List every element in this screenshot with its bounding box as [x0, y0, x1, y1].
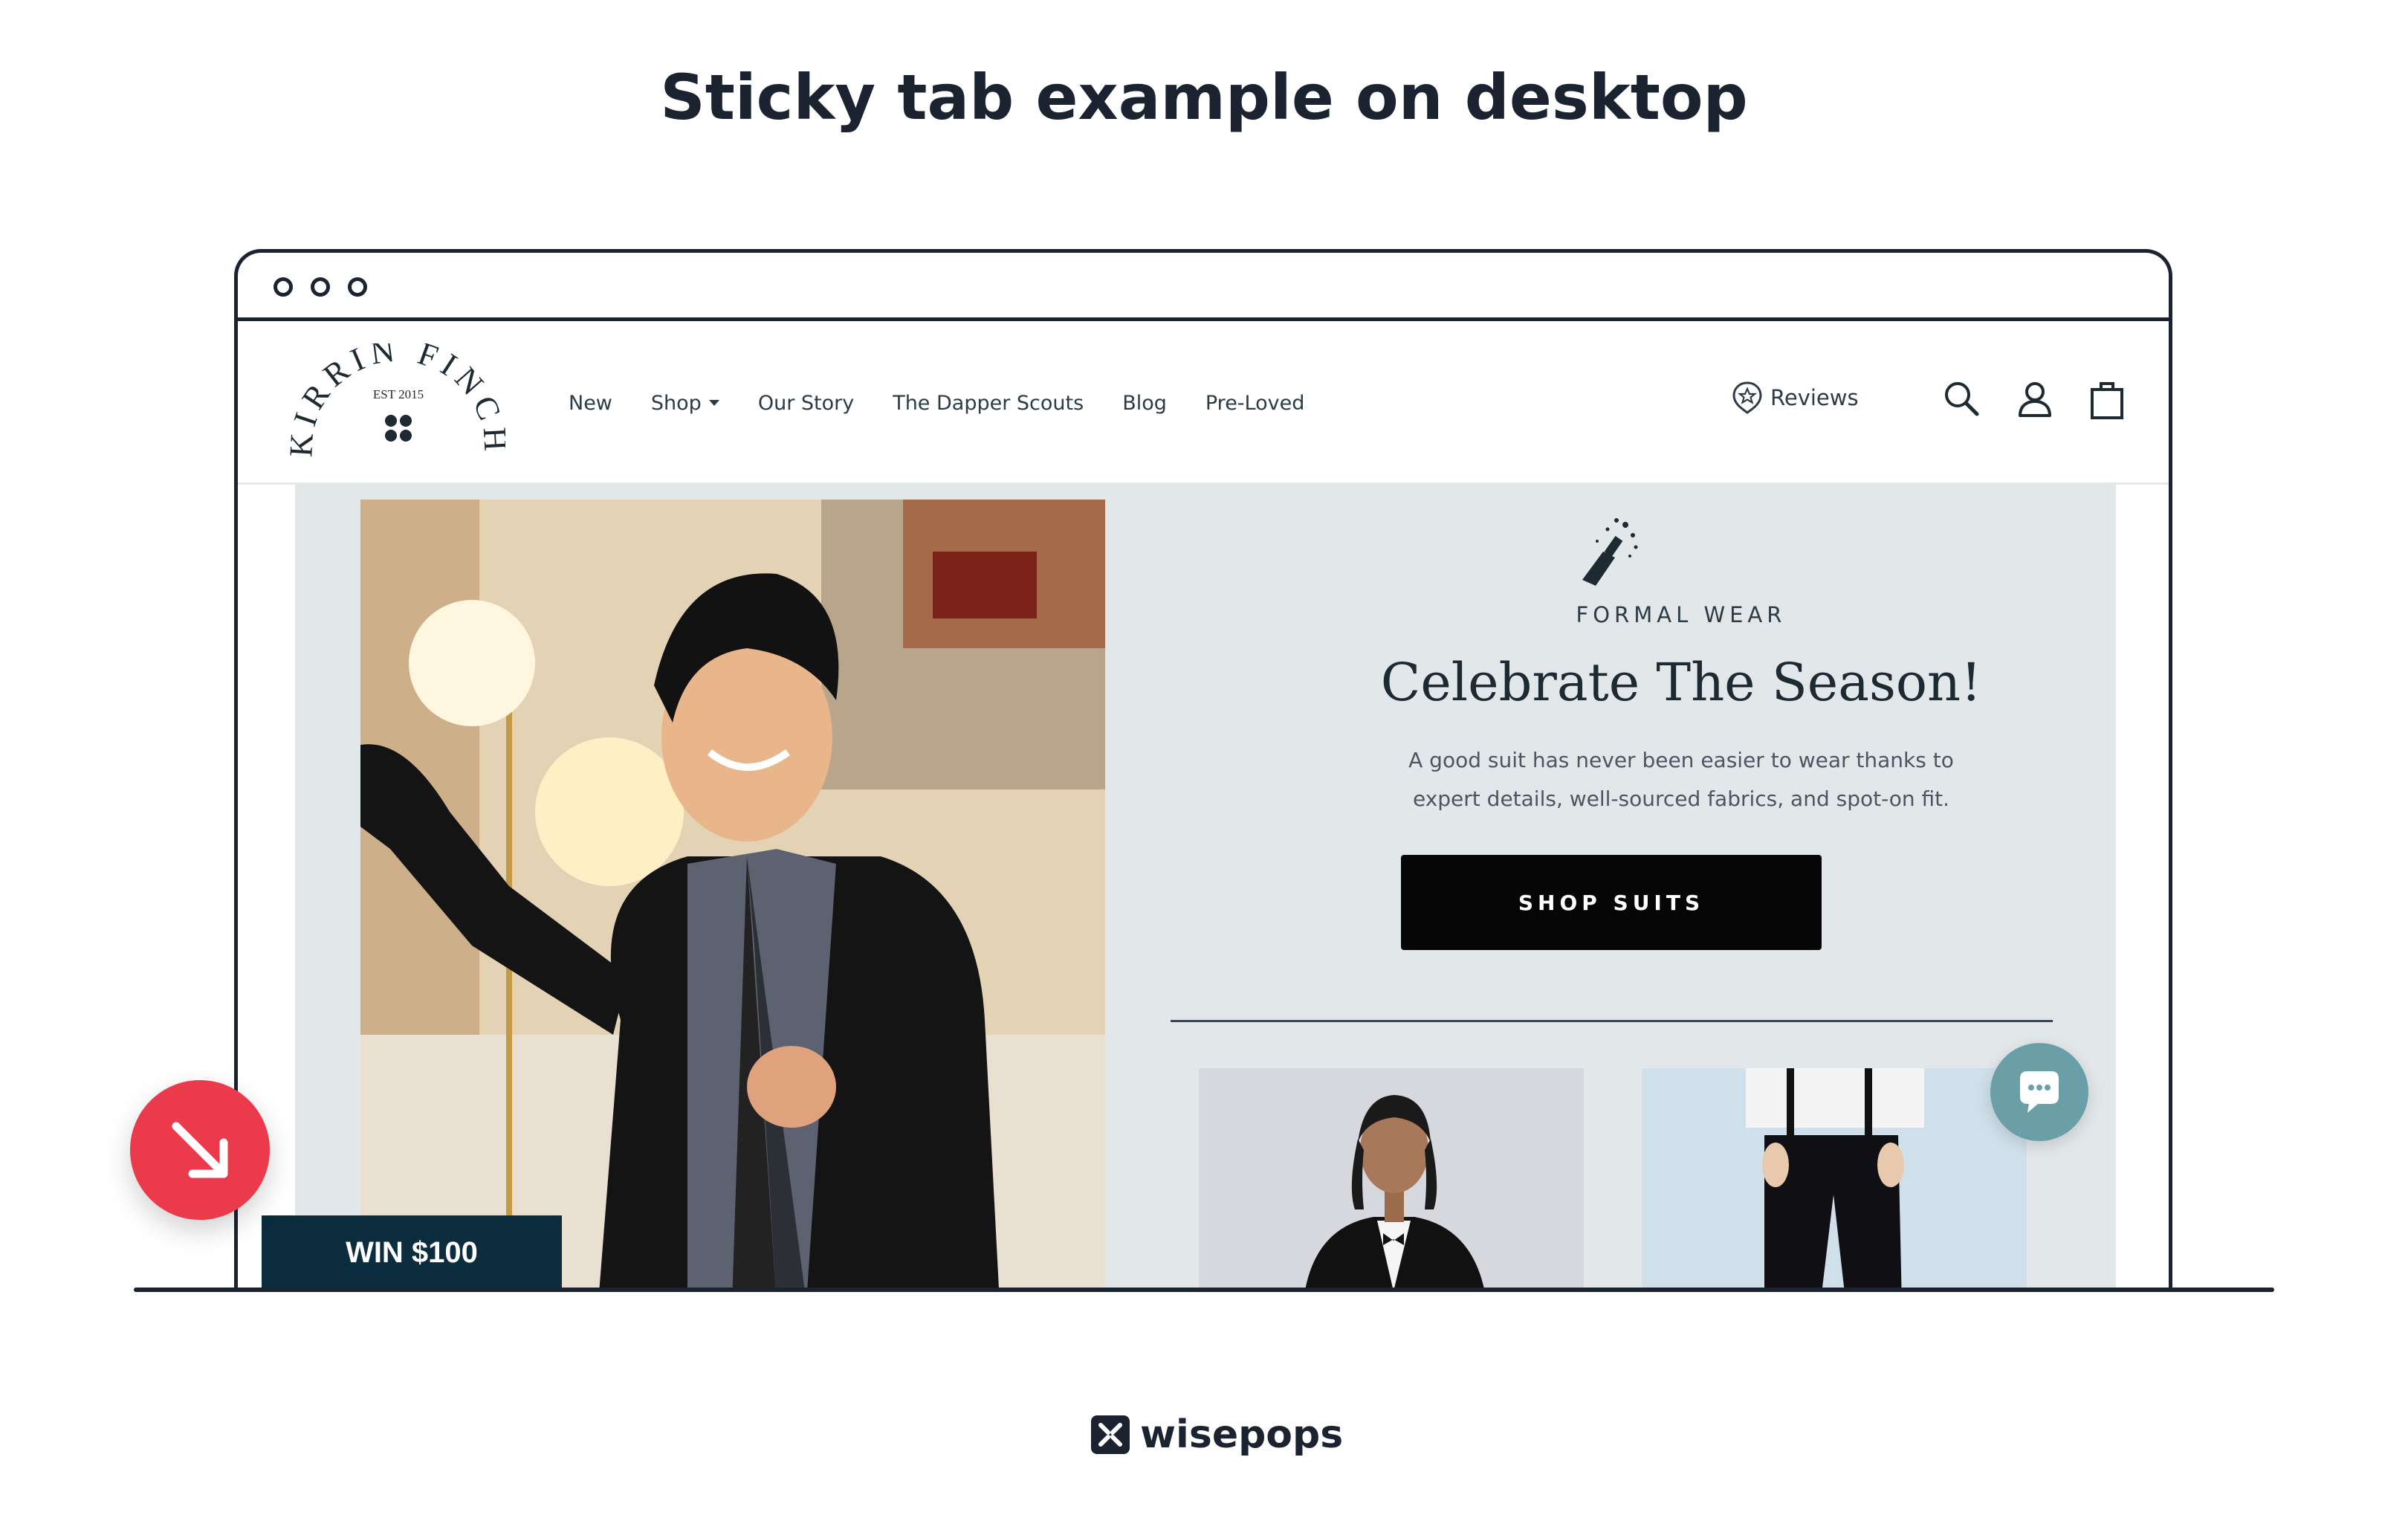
nav-item-pre-loved[interactable]: Pre-Loved — [1205, 392, 1304, 415]
main-nav: New Shop Our Story The Dapper Scouts Blo… — [569, 321, 1304, 485]
page-headline: Sticky tab example on desktop — [660, 61, 1748, 134]
sticky-tab-label: WIN $100 — [346, 1235, 478, 1269]
review-badge-icon — [1732, 381, 1762, 414]
hero-body: A good suit has never been easier to wea… — [1395, 741, 1967, 818]
nav-item-dapper-scouts[interactable]: The Dapper Scouts — [893, 392, 1084, 415]
cart-icon[interactable] — [2085, 377, 2129, 421]
browser-title-bar — [238, 253, 2169, 321]
window-dot-close[interactable] — [274, 277, 293, 297]
nav-item-our-story[interactable]: Our Story — [758, 392, 854, 415]
product-thumbnail-trousers[interactable] — [1642, 1068, 2027, 1290]
section-divider — [1171, 1020, 2053, 1022]
site-header: KIRRIN FINCH EST 2015 New Shop Our Story… — [238, 321, 2169, 485]
product-thumbnail-tuxedo[interactable] — [1199, 1068, 1584, 1290]
hero-eyebrow: FORMAL WEAR — [1576, 602, 1787, 627]
hero-body-line: expert details, well-sourced fabrics, an… — [1412, 786, 1950, 811]
logo-established: EST 2015 — [373, 387, 424, 401]
search-icon[interactable] — [1940, 377, 1984, 421]
laptop-base-line — [134, 1288, 2274, 1292]
reviews-link[interactable]: Reviews — [1732, 381, 1859, 415]
sticky-tab-win-100[interactable]: WIN $100 — [262, 1215, 562, 1290]
hero-body-line: A good suit has never been easier to wea… — [1408, 748, 1954, 772]
chevron-down-icon — [708, 400, 719, 406]
nav-label: Blog — [1122, 391, 1167, 415]
hero-model-photo — [360, 500, 1105, 1290]
nav-label: The Dapper Scouts — [893, 391, 1084, 415]
hero-title: Celebrate The Season! — [1380, 652, 1982, 713]
nav-item-new[interactable]: New — [569, 392, 612, 415]
nav-label: Pre-Loved — [1205, 391, 1305, 415]
nav-item-shop[interactable]: Shop — [651, 392, 719, 415]
chat-bubble-icon — [2020, 1071, 2059, 1113]
wisepops-brand: wisepops — [1091, 1412, 1343, 1457]
wisepops-logo-icon — [1091, 1415, 1130, 1454]
pointer-arrow-badge — [130, 1080, 270, 1220]
chat-widget-button[interactable] — [1990, 1043, 2088, 1141]
nav-label: Shop — [650, 391, 702, 415]
nav-item-blog[interactable]: Blog — [1122, 392, 1167, 415]
champagne-bottle-icon — [1582, 518, 1638, 586]
browser-window: KIRRIN FINCH EST 2015 New Shop Our Story… — [234, 249, 2172, 1290]
window-dot-minimize[interactable] — [311, 277, 330, 297]
nav-label: New — [569, 391, 612, 415]
arrow-down-right-icon — [172, 1122, 228, 1178]
shop-suits-button[interactable]: SHOP SUITS — [1401, 855, 1822, 950]
wisepops-wordmark: wisepops — [1140, 1412, 1344, 1457]
kirrin-finch-logo[interactable]: KIRRIN FINCH EST 2015 — [290, 343, 505, 474]
hero-section: FORMAL WEAR Celebrate The Season! A good… — [295, 485, 2116, 1290]
reviews-label: Reviews — [1770, 385, 1859, 410]
nav-label: Our Story — [757, 391, 855, 415]
account-icon[interactable] — [2013, 377, 2057, 421]
window-dot-maximize[interactable] — [348, 277, 367, 297]
